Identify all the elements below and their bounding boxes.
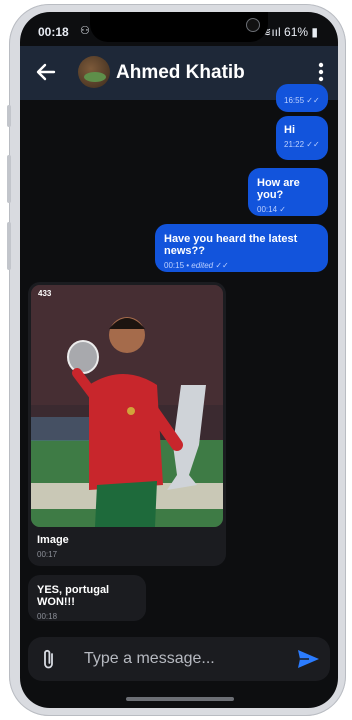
message-time: 00:14 [257,205,278,214]
message-outgoing[interactable]: 16:55 ✓✓ [276,84,328,112]
message-outgoing[interactable]: How are you? 00:14 ✓ [248,168,328,216]
app-screen: 00:18 ⚇ ⚇ ≋ııl 61% ▮ Ahmed Khatib 16:55 … [20,12,338,708]
message-list[interactable]: 16:55 ✓✓ Hi 21:22 ✓✓ How are you? 00:14 … [20,84,338,621]
message-text: Hi [284,124,295,136]
camera-notch [90,12,268,42]
back-arrow-icon[interactable] [34,60,58,84]
message-text: YES, portugal WON!!! [37,584,110,608]
read-receipt-icon: ✓✓ [306,96,320,105]
message-time: 00:18 [37,612,58,621]
read-receipt-icon: ✓✓ [306,140,320,149]
side-button [7,222,11,270]
attachment-icon[interactable] [40,648,58,670]
message-composer[interactable]: Type a message... [28,637,330,681]
sent-check-icon: ✓ [279,205,286,214]
send-icon[interactable] [296,648,320,670]
message-time: 16:55 [284,96,305,105]
contact-name[interactable]: Ahmed Khatib [116,62,245,84]
status-time: 00:18 [38,25,69,39]
message-outgoing[interactable]: Have you heard the latest news?? 00:15 •… [155,224,328,272]
shared-photo[interactable]: 433 [31,285,223,527]
avatar[interactable] [78,56,110,88]
edited-label: • edited [186,261,214,270]
image-watermark: 433 [38,289,52,298]
battery-level: 61% [284,25,309,39]
side-button [7,105,11,127]
message-time: 00:17 [37,550,58,559]
photo-illustration [31,285,223,527]
message-outgoing[interactable]: Hi 21:22 ✓✓ [276,116,328,160]
message-input[interactable]: Type a message... [84,650,215,668]
battery-icon: ▮ [311,25,318,39]
message-time: 21:22 [284,140,305,149]
home-indicator[interactable] [126,697,234,701]
image-caption: Image [37,534,69,546]
message-text: How are you? [257,177,300,201]
message-time: 00:15 [164,261,185,270]
side-button [7,155,11,203]
camera-icon [246,18,260,32]
image-message[interactable]: 433 Image 00:17 [28,282,226,566]
more-options-icon[interactable] [314,60,328,84]
read-receipt-icon: ✓✓ [215,261,229,270]
message-text: Have you heard the latest news?? [164,233,298,257]
status-right: ≋ııl 61% ▮ [261,25,318,39]
message-incoming[interactable]: YES, portugal WON!!! 00:18 [28,575,146,621]
